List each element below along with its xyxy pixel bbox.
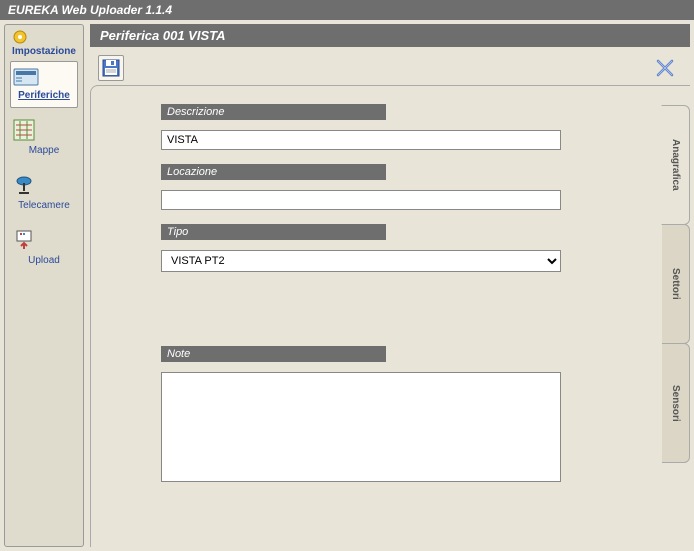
select-tipo[interactable]: VISTA PT2 [161,250,561,272]
row-tipo: Tipo VISTA PT2 [161,224,620,272]
page-title: Periferica 001 VISTA [90,24,690,47]
tab-settori[interactable]: Settori [662,224,690,344]
label-tipo: Tipo [161,224,386,240]
row-note: Note [161,346,620,482]
sidebar-header: Impostazione [12,29,76,57]
upload-icon [13,229,75,251]
sidebar: Impostazione Periferiche Mappe Telecamer… [4,24,84,547]
sidebar-item-label: Upload [28,255,60,266]
main-layout: Impostazione Periferiche Mappe Telecamer… [0,20,694,551]
floppy-icon [102,59,120,77]
maps-icon [13,119,75,141]
row-locazione: Locazione [161,164,620,210]
textarea-note[interactable] [161,372,561,482]
app-title: EUREKA Web Uploader 1.1.4 [8,3,172,17]
side-tabs: Anagrafica Settori Sensori [662,105,690,462]
save-button[interactable] [98,55,124,81]
cross-icon [655,58,675,78]
label-locazione: Locazione [161,164,386,180]
row-descrizione: Descrizione [161,104,620,150]
sidebar-item-mappe[interactable]: Mappe [10,112,78,163]
device-icon [13,68,75,86]
label-descrizione: Descrizione [161,104,386,120]
sidebar-header-label: Impostazione [12,46,76,57]
sidebar-item-periferiche[interactable]: Periferiche [10,61,78,108]
sidebar-item-upload[interactable]: Upload [10,222,78,273]
tab-anagrafica[interactable]: Anagrafica [661,105,690,225]
form-panel: Descrizione Locazione Tipo VISTA PT2 Not… [90,85,690,547]
sidebar-item-label: Periferiche [18,90,70,101]
sidebar-item-label: Telecamere [18,200,70,211]
content-area: Periferica 001 VISTA [90,24,690,547]
input-descrizione[interactable] [161,130,561,150]
tab-sensori[interactable]: Sensori [662,343,690,463]
camera-icon [13,174,75,196]
delete-button[interactable] [652,55,678,81]
panel-area: Descrizione Locazione Tipo VISTA PT2 Not… [90,85,690,547]
settings-icon [12,29,76,45]
app-titlebar: EUREKA Web Uploader 1.1.4 [0,0,694,20]
toolbar [90,47,690,85]
sidebar-item-label: Mappe [29,145,60,156]
label-note: Note [161,346,386,362]
sidebar-item-telecamere[interactable]: Telecamere [10,167,78,218]
input-locazione[interactable] [161,190,561,210]
